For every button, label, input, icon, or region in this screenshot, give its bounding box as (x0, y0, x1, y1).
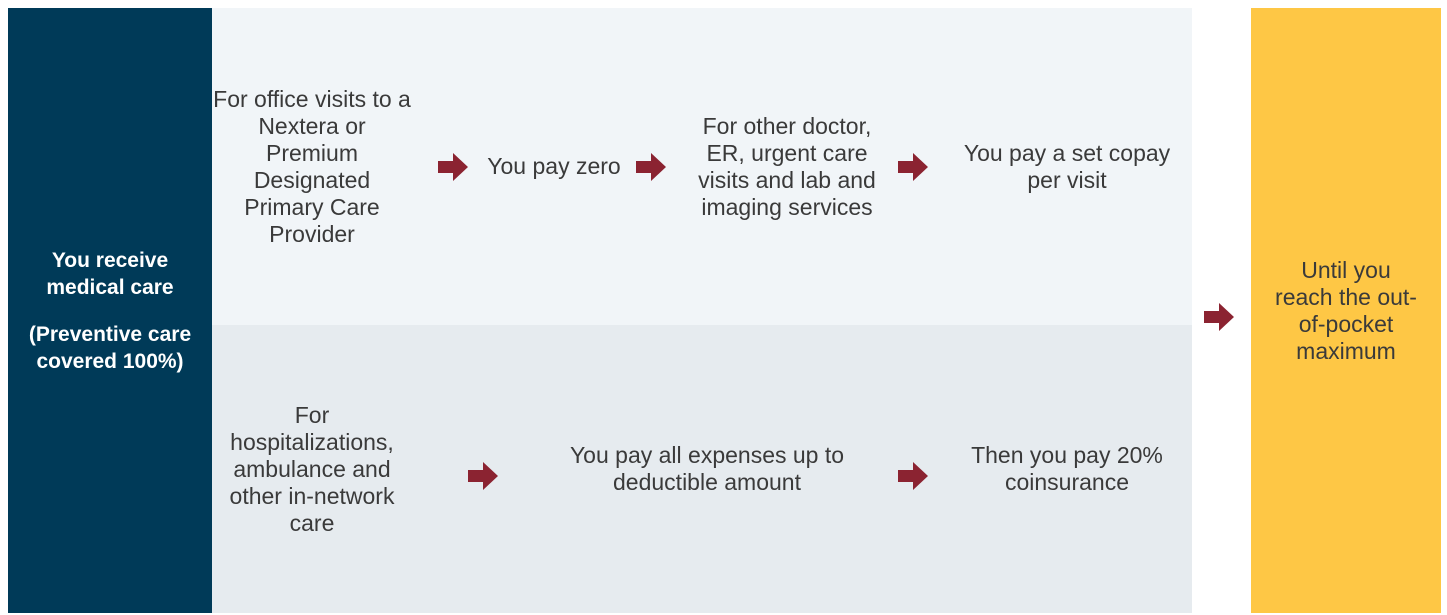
start-note: (Preventive care covered 100%) (28, 322, 192, 373)
start-title: You receive medical care (46, 248, 174, 299)
copay-row: For office visits to a Nextera or Premiu… (212, 8, 1192, 325)
right-arrow-icon (636, 153, 666, 181)
out-of-pocket-text: Until you reach the out-of-pocket maximu… (1275, 256, 1417, 364)
right-arrow-icon (438, 153, 468, 181)
right-arrow-icon (898, 462, 928, 490)
deductible-row: For hospitalizations, ambulance and othe… (212, 325, 1192, 613)
right-arrow-icon (468, 462, 498, 490)
out-of-pocket-panel: Until you reach the out-of-pocket maximu… (1251, 8, 1441, 613)
right-arrow-icon (1204, 303, 1234, 331)
hospitalization-step: For hospitalizations, ambulance and othe… (229, 401, 395, 536)
start-panel: You receive medical care (Preventive car… (8, 8, 212, 613)
you-pay-zero-step: You pay zero (487, 153, 621, 179)
pay-to-deductible-step: You pay all expenses up to deductible am… (569, 442, 845, 495)
office-visits-step: For office visits to a Nextera or Premiu… (213, 85, 411, 247)
set-copay-step: You pay a set copay per visit (963, 139, 1171, 193)
right-arrow-icon (898, 153, 928, 181)
other-visits-step: For other doctor, ER, urgent care visits… (698, 112, 876, 220)
coinsurance-step: Then you pay 20% coinsurance (971, 442, 1163, 495)
